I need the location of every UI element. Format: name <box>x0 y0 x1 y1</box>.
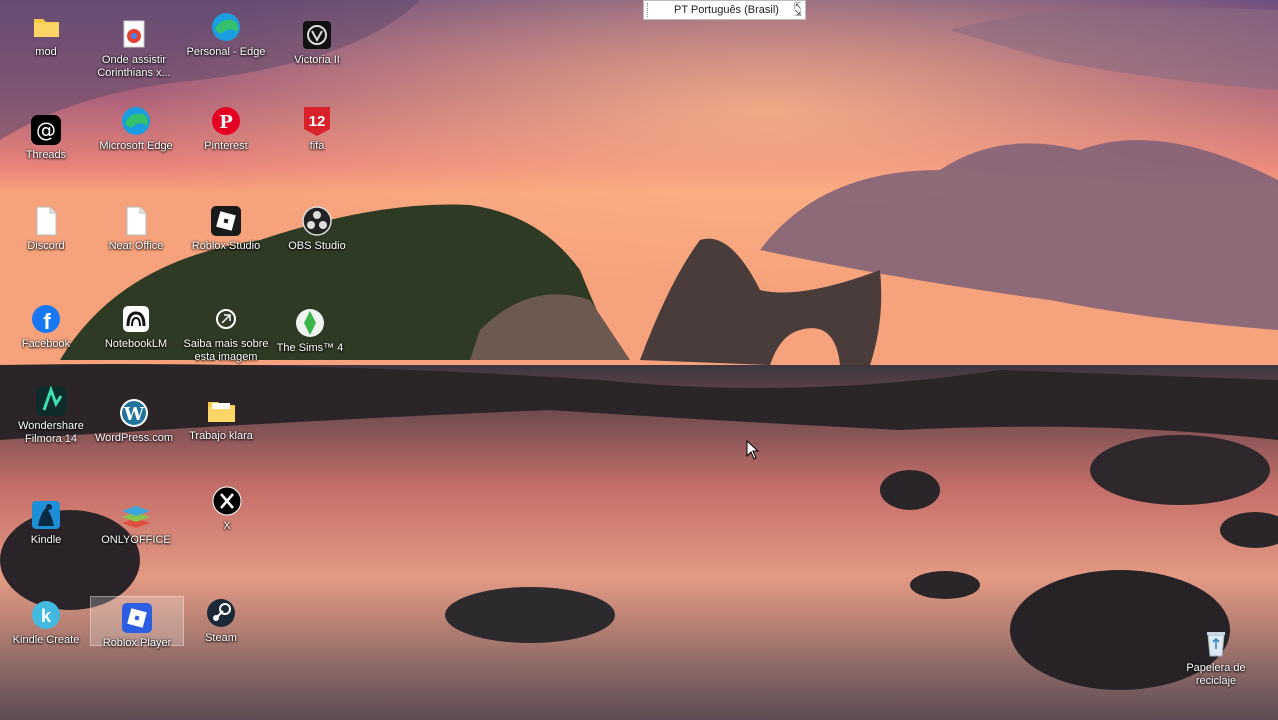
x-icon <box>210 484 244 518</box>
desktop-icon-kindle[interactable]: Kindle <box>0 494 92 547</box>
wordpress-icon: W <box>117 396 151 430</box>
desktop-icon-facebook[interactable]: f Facebook <box>0 298 92 351</box>
desktop-icon-kindle-create[interactable]: k Kindle Create <box>0 594 92 647</box>
desktop-icon-label: fifa <box>309 140 325 152</box>
chrome-shortcut-icon <box>117 18 151 52</box>
fifa-icon: 12 <box>300 104 334 138</box>
edge-icon <box>119 104 153 138</box>
desktop-icon-label: Personal - Edge <box>186 46 266 58</box>
desktop-icon-label: Threads <box>25 149 67 161</box>
desktop-icon-label: Roblox Studio <box>191 240 261 252</box>
file-icon <box>29 204 63 238</box>
desktop-icon-label: Wondershare Filmora 14 <box>18 420 84 445</box>
kindle-create-icon: k <box>29 598 63 632</box>
desktop-icon-fifa[interactable]: 12 fifa <box>271 100 363 153</box>
desktop-icon-label: OBS Studio <box>288 240 346 252</box>
desktop-icon-the-sims-4[interactable]: The Sims™ 4 <box>264 302 356 355</box>
svg-text:P: P <box>219 112 233 133</box>
svg-text:@: @ <box>36 118 56 142</box>
desktop-icon-microsoft-edge[interactable]: Microsoft Edge <box>90 100 182 153</box>
desktop-icon-wordpress[interactable]: W WordPress.com <box>88 392 180 445</box>
file-icon <box>119 204 153 238</box>
desktop-icon-label: Papelera de reciclaje <box>1186 662 1246 687</box>
victoria-icon <box>300 18 334 52</box>
svg-text:f: f <box>43 309 51 334</box>
desktop-icon-victoria-ii[interactable]: Victoria II <box>271 14 363 67</box>
desktop-icon-label: Roblox Player <box>102 637 172 649</box>
desktop-icon-label: Microsoft Edge <box>99 140 173 152</box>
desktop-icon-label: Steam <box>205 632 237 644</box>
svg-text:W: W <box>123 404 145 425</box>
folder-icon <box>204 394 238 428</box>
desktop-icon-label: Trabajo klara <box>189 430 253 442</box>
desktop-icon-label: Victoria II <box>294 54 340 66</box>
desktop-icon-label: Discord <box>27 240 65 252</box>
desktop-icon-label: Kindle <box>30 534 62 546</box>
desktop-icon-label: WordPress.com <box>94 432 174 444</box>
edge-icon <box>209 10 243 44</box>
facebook-icon: f <box>29 302 63 336</box>
roblox-player-icon <box>120 601 154 635</box>
desktop-icon-label: NotebookLM <box>104 338 168 350</box>
desktop-icon-label: Onde assistir Corinthians x... <box>97 54 171 79</box>
desktop-icon-roblox-studio[interactable]: Roblox Studio <box>180 200 272 253</box>
folder-icon <box>29 10 63 44</box>
svg-text:12: 12 <box>309 113 326 130</box>
desktop-icon-steam[interactable]: Steam <box>175 592 267 645</box>
desktop-icon-filmora[interactable]: Wondershare Filmora 14 <box>5 380 97 446</box>
kindle-icon <box>29 498 63 532</box>
mouse-cursor-icon <box>746 439 760 465</box>
desktop-icon-obs-studio[interactable]: OBS Studio <box>271 200 363 253</box>
desktop-icon-label: The Sims™ 4 <box>276 342 344 354</box>
desktop-icon-notebooklm[interactable]: NotebookLM <box>90 298 182 351</box>
language-label: PT Português (Brasil) <box>674 4 779 16</box>
desktop-icon-label: Saiba mais sobre esta imagem <box>183 338 269 363</box>
grip-handle[interactable] <box>647 3 650 17</box>
restore-icon[interactable]: ⇱ ⇲ <box>794 2 802 18</box>
spotlight-icon <box>209 302 243 336</box>
sims-icon <box>293 306 327 340</box>
recycle-bin-icon <box>1199 626 1233 660</box>
notebooklm-icon <box>119 302 153 336</box>
pinterest-icon: P <box>209 104 243 138</box>
desktop-icon-label: Neat Office <box>108 240 164 252</box>
desktop-icon-label: Facebook <box>21 338 71 350</box>
filmora-icon <box>34 384 68 418</box>
desktop-icon-trabajo-klara[interactable]: Trabajo klara <box>175 390 267 443</box>
desktop-icon-label: X <box>223 520 231 532</box>
desktop-icon-neat-office[interactable]: Neat Office <box>90 200 182 253</box>
desktop-icon-threads[interactable]: @ Threads <box>0 109 92 162</box>
desktop-icon-onlyoffice[interactable]: ONLYOFFICE <box>90 494 182 547</box>
desktop-icon-label: Kindle Create <box>12 634 80 646</box>
roblox-studio-icon <box>209 204 243 238</box>
desktop-icon-label: ONLYOFFICE <box>101 534 171 546</box>
threads-icon: @ <box>29 113 63 147</box>
desktop-icon-x[interactable]: X <box>181 480 273 533</box>
obs-icon <box>300 204 334 238</box>
desktop-icon-label: mod <box>35 46 57 58</box>
desktop-icon-pinterest[interactable]: P Pinterest <box>180 100 272 153</box>
desktop-icon-roblox-player[interactable]: Roblox Player <box>90 596 184 649</box>
steam-icon <box>204 596 238 630</box>
desktop-icon-label: Pinterest <box>204 140 248 152</box>
svg-text:k: k <box>41 606 52 626</box>
language-bar[interactable]: PT Português (Brasil) ⇱ ⇲ <box>643 0 806 20</box>
desktop-icon-personal-edge[interactable]: Personal - Edge <box>180 6 272 59</box>
desktop-icon-mod[interactable]: mod <box>0 6 92 59</box>
desktop-icon-discord[interactable]: Discord <box>0 200 92 253</box>
desktop-icon-saiba-mais[interactable]: Saiba mais sobre esta imagem <box>180 298 272 364</box>
desktop-icon-recycle-bin[interactable]: Papelera de reciclaje <box>1170 622 1262 688</box>
onlyoffice-icon <box>119 498 153 532</box>
desktop-icon-onde-assistir[interactable]: Onde assistir Corinthians x... <box>88 14 180 80</box>
